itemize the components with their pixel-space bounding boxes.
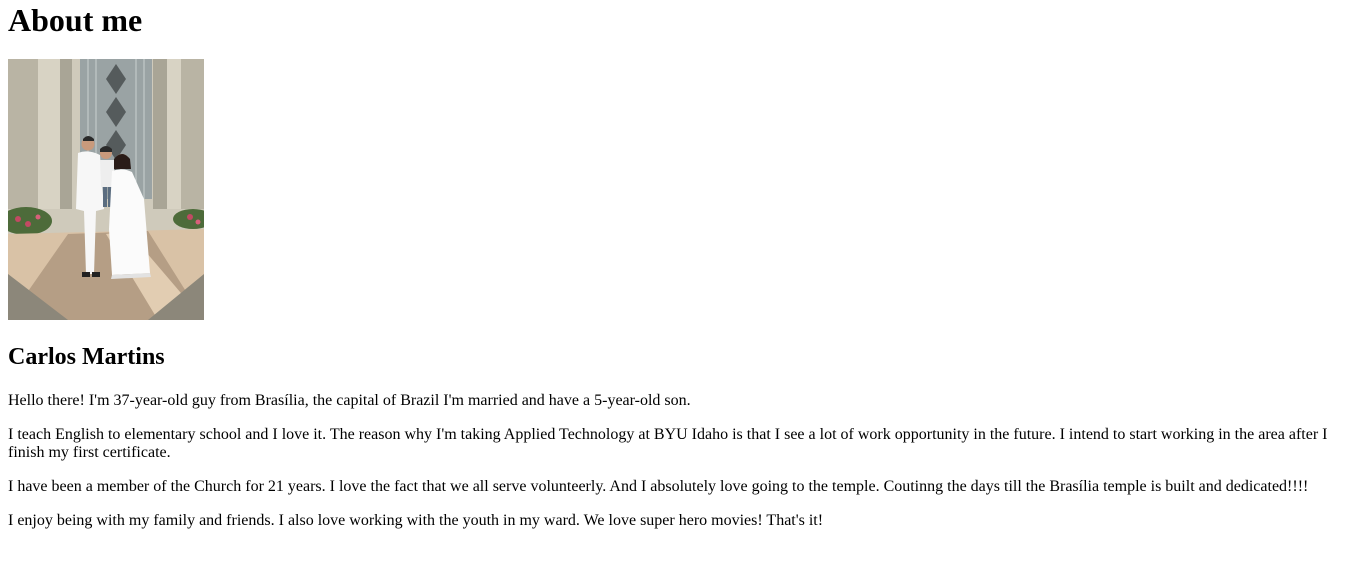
page-content: About me Carlos Martins Hello there! I'm… [0,0,1360,530]
bio-paragraph-1: Hello there! I'm 37-year-old guy from Br… [8,392,691,409]
person-name: Carlos Martins [8,344,165,370]
bio-paragraph-3: I have been a member of the Church for 2… [8,478,1309,495]
bio-paragraph-2: I teach English to elementary school and… [8,426,1328,461]
family-photo [8,59,204,320]
page-title: About me [8,2,143,38]
bio-paragraph-4: I enjoy being with my family and friends… [8,512,824,529]
